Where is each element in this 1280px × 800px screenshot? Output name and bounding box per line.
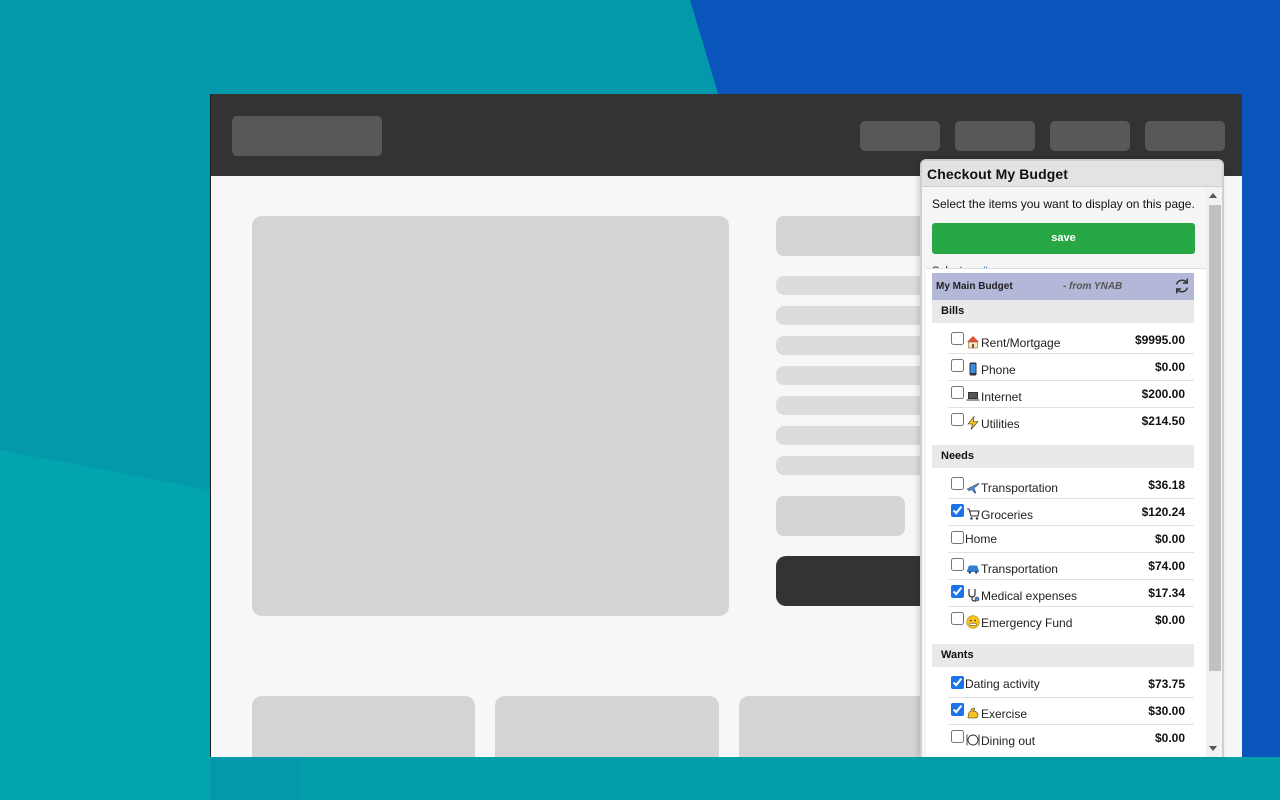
category-amount: $73.75: [1148, 677, 1185, 691]
category-label: Transportation: [981, 481, 1058, 495]
category-checkbox[interactable]: [951, 413, 964, 426]
popup-title: Checkout My Budget: [927, 166, 1069, 182]
category-group-header: Wants: [932, 644, 1194, 667]
scroll-up-arrow-icon[interactable]: [1209, 193, 1217, 198]
category-amount: $0.00: [1154, 731, 1185, 745]
cart-icon: [966, 507, 980, 521]
category-label: Exercise: [981, 707, 1028, 721]
nav-link-placeholder[interactable]: [1050, 121, 1130, 151]
laptop-icon: [966, 389, 980, 403]
budget-category-row[interactable]: Dining out $0.00: [948, 725, 1194, 752]
flexed-arm-icon: [966, 706, 980, 720]
scroll-thumb[interactable]: [1209, 205, 1221, 671]
category-checkbox[interactable]: [951, 676, 964, 689]
category-label: Utilities: [981, 417, 1020, 431]
nav-link-placeholder[interactable]: [860, 121, 940, 151]
budget-category-row[interactable]: Transportation $36.18: [948, 472, 1194, 499]
car-icon: [966, 561, 980, 575]
nav-link-placeholder[interactable]: [1145, 121, 1225, 151]
refresh-icon[interactable]: [1173, 277, 1191, 295]
budget-category-row[interactable]: Dating activity $73.75: [948, 671, 1194, 698]
lightning-icon: [966, 415, 980, 430]
popup-titlebar: Checkout My Budget: [922, 161, 1222, 187]
budget-groups: Bills Rent/Mortgage $9995.00 Phone $0.00 Inte…: [932, 300, 1208, 752]
hero-image-placeholder: [252, 216, 729, 616]
budget-category-row[interactable]: Medical expenses $17.34: [948, 580, 1194, 607]
phone-icon: [966, 362, 980, 376]
site-logo-placeholder: [232, 116, 382, 156]
category-checkbox[interactable]: [951, 477, 964, 490]
save-button[interactable]: save: [932, 223, 1195, 254]
category-item-list: Transportation $36.18 Groceries $120.24 Home…: [932, 468, 1208, 634]
category-checkbox[interactable]: [951, 359, 964, 372]
category-checkbox[interactable]: [951, 504, 964, 517]
card-placeholder: [495, 696, 719, 757]
category-label: Dating activity: [965, 677, 1040, 691]
category-label: Transportation: [981, 562, 1058, 576]
budget-header: My Main Budget - from YNAB: [932, 273, 1194, 300]
category-group-header: Needs: [932, 445, 1194, 468]
budget-category-row[interactable]: Home $0.00: [948, 526, 1194, 553]
category-checkbox[interactable]: [951, 585, 964, 598]
button-placeholder[interactable]: [776, 496, 905, 536]
category-amount: $0.00: [1154, 532, 1185, 546]
house-icon: [966, 335, 980, 349]
category-checkbox[interactable]: [951, 730, 964, 743]
stethoscope-icon: [966, 588, 980, 602]
budget-category-row[interactable]: Phone $0.00: [948, 354, 1194, 381]
budget-category-row[interactable]: Rent/Mortgage $9995.00: [948, 327, 1194, 354]
budget-extension-popup: Checkout My Budget Select the items you …: [920, 159, 1224, 757]
budget-category-row[interactable]: Groceries $120.24: [948, 499, 1194, 526]
category-checkbox[interactable]: [951, 531, 964, 544]
budget-source: - from YNAB: [1063, 281, 1123, 292]
category-label: Home: [965, 532, 998, 546]
instructions-text: Select the items you want to display on …: [932, 197, 1195, 211]
popup-scrollbar[interactable]: [1206, 187, 1221, 757]
budget-category-row[interactable]: Utilities $214.50: [948, 408, 1194, 435]
budget-name: My Main Budget: [936, 281, 1013, 292]
category-amount: $0.00: [1154, 613, 1185, 627]
budget-category-row[interactable]: Emergency Fund $0.00: [948, 607, 1194, 634]
category-amount: $0.00: [1154, 360, 1185, 374]
category-checkbox[interactable]: [951, 558, 964, 571]
category-label: Emergency Fund: [981, 616, 1073, 630]
category-label: Phone: [981, 363, 1016, 377]
category-amount: $74.00: [1148, 559, 1185, 573]
category-checkbox[interactable]: [951, 703, 964, 716]
budget-list: My Main Budget - from YNAB Bills Rent/Mor…: [926, 268, 1208, 757]
budget-category-row[interactable]: Exercise $30.00: [948, 698, 1194, 725]
category-label: Rent/Mortgage: [981, 336, 1061, 350]
scroll-down-arrow-icon[interactable]: [1209, 746, 1217, 751]
plate-icon: [966, 733, 980, 747]
card-placeholder: [252, 696, 475, 757]
category-amount: $30.00: [1148, 704, 1185, 718]
category-amount: $36.18: [1148, 478, 1185, 492]
category-amount: $9995.00: [1134, 333, 1185, 347]
category-checkbox[interactable]: [951, 386, 964, 399]
budget-category-row[interactable]: Internet $200.00: [948, 381, 1194, 408]
nav-link-placeholder[interactable]: [955, 121, 1035, 151]
budget-category-row[interactable]: Transportation $74.00: [948, 553, 1194, 580]
category-label: Groceries: [981, 508, 1034, 522]
airplane-icon: [966, 480, 980, 494]
category-item-list: Dating activity $73.75 Exercise $30.00 Dinin…: [932, 667, 1208, 752]
category-group-header: Bills: [932, 300, 1194, 323]
category-label: Medical expenses: [981, 589, 1078, 603]
grimace-face-icon: [966, 615, 980, 629]
category-amount: $17.34: [1148, 586, 1185, 600]
category-checkbox[interactable]: [951, 332, 964, 345]
category-amount: $214.50: [1141, 414, 1185, 428]
category-amount: $120.24: [1141, 505, 1185, 519]
category-checkbox[interactable]: [951, 612, 964, 625]
category-amount: $200.00: [1141, 387, 1185, 401]
category-label: Internet: [981, 390, 1022, 404]
category-item-list: Rent/Mortgage $9995.00 Phone $0.00 Internet $…: [932, 323, 1208, 435]
category-label: Dining out: [981, 734, 1036, 748]
